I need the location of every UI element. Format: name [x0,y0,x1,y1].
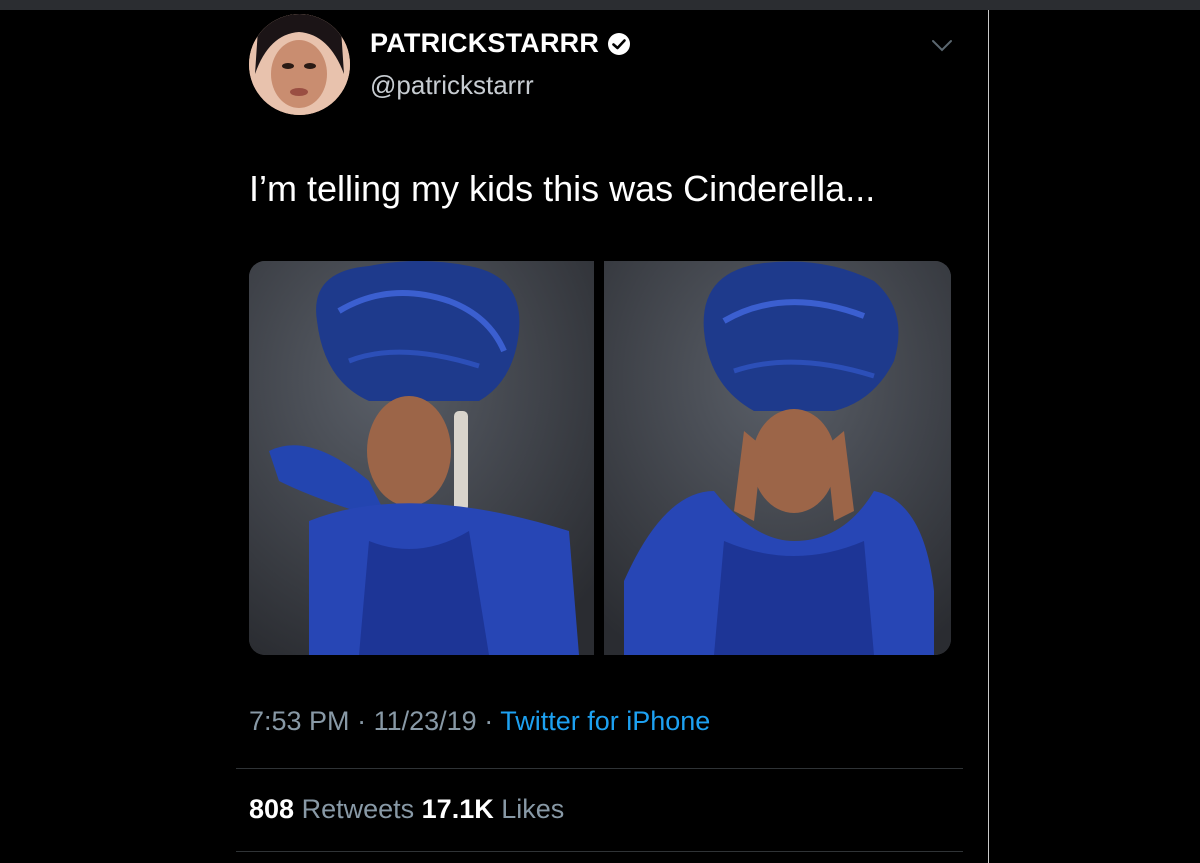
display-name[interactable]: PATRICKSTARRR [370,28,599,59]
tweet-meta: 7:53 PM · 11/23/19 · Twitter for iPhone [249,706,710,737]
media-photo-1[interactable] [249,261,594,655]
divider [236,768,963,769]
author-name-row[interactable]: PATRICKSTARRR [370,28,631,59]
retweets-label: Retweets [301,794,415,824]
retweets-stat[interactable]: 808 Retweets [249,794,414,824]
meta-separator: · [484,706,494,736]
media-photo-2[interactable] [604,261,951,655]
tweet-source-link[interactable]: Twitter for iPhone [500,706,710,736]
photo-1-image [249,261,594,655]
retweets-count: 808 [249,794,295,824]
meta-separator: · [357,706,367,736]
likes-stat[interactable]: 17.1K Likes [422,794,565,824]
top-bar [0,0,1200,10]
divider [236,851,963,852]
chevron-down-icon[interactable] [930,38,954,54]
likes-label: Likes [501,794,565,824]
tweet-stats: 808 Retweets 17.1K Likes [249,794,564,825]
tweet-date[interactable]: 11/23/19 [374,706,477,736]
tweet-text: I’m telling my kids this was Cinderella.… [249,168,876,209]
avatar[interactable] [249,14,350,115]
panel-divider [988,10,989,863]
likes-count: 17.1K [421,794,494,824]
verified-badge-icon [608,32,631,55]
photo-2-image [604,261,951,655]
tweet-time[interactable]: 7:53 PM [249,706,350,736]
user-handle[interactable]: @patrickstarrr [370,70,534,101]
avatar-image [249,14,350,115]
